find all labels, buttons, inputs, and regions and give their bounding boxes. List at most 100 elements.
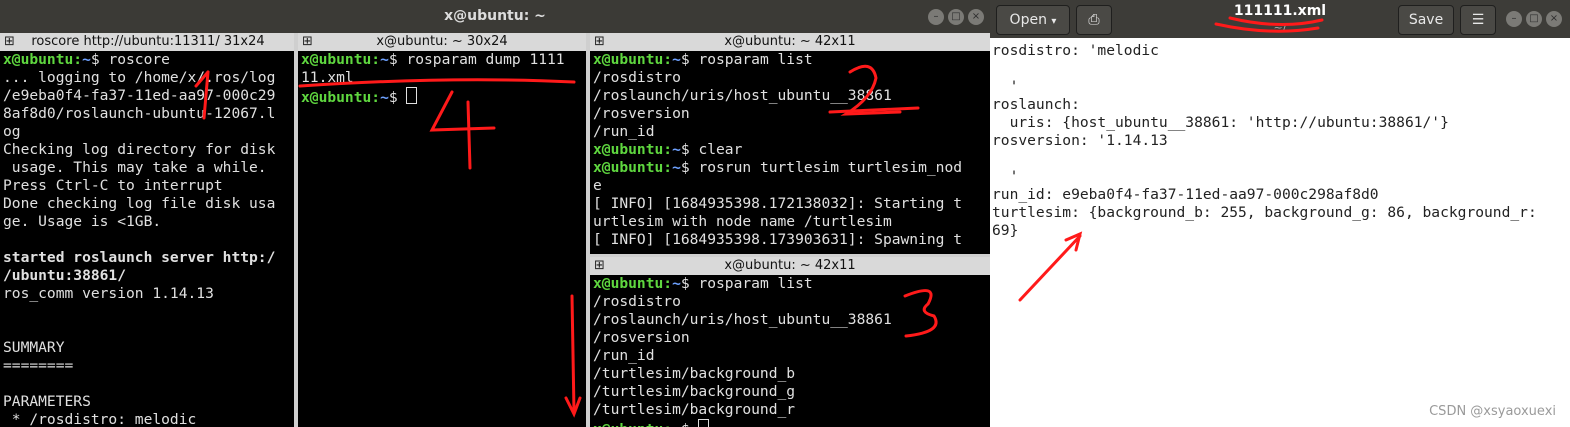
terminal-line: usage. This may take a while. xyxy=(3,159,267,176)
terminal-line: x@ubuntu:~$ rosparam list xyxy=(590,275,990,293)
pane-roscore-header[interactable]: ⊞ roscore http://ubuntu:11311/ 31x24 xyxy=(0,33,296,51)
editor-line: ' xyxy=(992,78,1019,95)
prompt-user: x@ubuntu: xyxy=(593,159,673,176)
menu-button[interactable]: ☰ xyxy=(1460,5,1496,35)
terminal-line: e xyxy=(593,177,602,194)
close-icon[interactable]: × xyxy=(1546,11,1562,27)
open-button[interactable]: Open ▾ xyxy=(996,5,1070,35)
terminal-line: ... logging to /home/x/.ros/log xyxy=(3,69,276,86)
gedit-headerbar[interactable]: Open ▾ ⎙ 111111.xml ~/ Save ☰ – □ × xyxy=(990,0,1570,38)
prompt-user: x@ubuntu: xyxy=(593,421,672,427)
terminal-line: /turtlesim/background_r xyxy=(593,401,796,418)
chevron-down-icon: ▾ xyxy=(1051,16,1057,27)
prompt-path: ~ xyxy=(672,159,681,176)
watermark: CSDN @xsyaoxuexi xyxy=(1429,404,1556,419)
minimize-icon[interactable]: – xyxy=(928,9,944,25)
pane-list-header[interactable]: ⊞ x@ubuntu: ~ 42x11 xyxy=(590,257,990,275)
terminal-grid-icon[interactable]: ⊞ xyxy=(3,35,16,48)
prompt-command: $ roscore xyxy=(90,51,170,68)
terminal-line: /rosversion xyxy=(593,105,690,122)
editor-line: rosversion: '1.14.13 xyxy=(992,132,1168,149)
terminal-line: x@ubuntu:~$ roscore xyxy=(0,51,294,69)
terminal-line: /turtlesim/background_b xyxy=(593,365,796,382)
terminal-line: PARAMETERS xyxy=(3,393,91,410)
maximize-icon[interactable]: □ xyxy=(948,9,964,25)
terminal-line: /turtlesim/background_g xyxy=(593,383,796,400)
pane-dump-header[interactable]: ⊞ x@ubuntu: ~ 30x24 xyxy=(298,33,586,51)
terminal-line: 8af8d0/roslaunch-ubuntu-12067.l xyxy=(3,105,276,122)
terminal-line: ros_comm version 1.14.13 xyxy=(3,285,214,302)
new-tab-button[interactable]: ⎙ xyxy=(1076,5,1112,35)
open-label: Open xyxy=(1009,12,1047,28)
terminal-line: [ INFO] [1684935398.172138032]: Starting… xyxy=(593,195,963,212)
prompt-command: $ rosparam list xyxy=(680,51,813,68)
close-icon[interactable]: × xyxy=(968,9,984,25)
prompt-user: x@ubuntu: xyxy=(593,51,673,68)
prompt-command: $ xyxy=(681,421,699,427)
pane-title: roscore http://ubuntu:11311/ 31x24 xyxy=(31,34,265,49)
terminal-pane-roscore[interactable]: x@ubuntu:~$ roscore... logging to /home/… xyxy=(0,51,294,427)
terminal-line: x@ubuntu:~$ clear xyxy=(590,141,990,159)
terminal-line: /e9eba0f4-fa37-11ed-aa97-000c29 xyxy=(3,87,276,104)
prompt-path: ~ xyxy=(672,421,681,427)
terminal-line: /rosdistro xyxy=(593,69,681,86)
prompt-path: ~ xyxy=(82,51,91,68)
terminal-grid-icon[interactable]: ⊞ xyxy=(593,35,606,48)
terminal-line: /ubuntu:38861/ xyxy=(3,267,127,284)
gedit-window: Open ▾ ⎙ 111111.xml ~/ Save ☰ – □ × rosd… xyxy=(990,0,1570,427)
editor-line: 69} xyxy=(992,222,1019,239)
terminal-line: og xyxy=(3,123,21,140)
terminal-pane-turtlesim[interactable]: x@ubuntu:~$ rosparam list/rosdistro/rosl… xyxy=(590,51,990,254)
terminal-pane-dump[interactable]: x@ubuntu:~$ rosparam dump 1111 11.xml x@ub… xyxy=(298,51,586,427)
prompt-user: x@ubuntu: xyxy=(593,275,673,292)
terminal-line: x@ubuntu:~$ xyxy=(590,419,990,427)
maximize-icon[interactable]: □ xyxy=(1526,11,1542,27)
terminal-line: urtlesim with node name /turtlesim xyxy=(593,213,892,230)
terminal-grid-icon[interactable]: ⊞ xyxy=(301,35,314,48)
terminal-line: /run_id xyxy=(593,347,655,364)
terminal-line: Done checking log file disk usa xyxy=(3,195,276,212)
terminal-line: Press Ctrl-C to interrupt xyxy=(3,177,223,194)
document-path: ~/ xyxy=(1273,21,1287,34)
document-title: 111111.xml xyxy=(1233,3,1327,19)
terminal-line: * /rosdistro: melodic xyxy=(3,411,197,427)
text-editor-area[interactable]: rosdistro: 'melodic ' roslaunch: uris: {h… xyxy=(992,42,1568,422)
terminal-line: /rosversion xyxy=(593,329,690,346)
prompt-command: $ rosparam list xyxy=(680,275,813,292)
save-button[interactable]: Save xyxy=(1398,5,1454,35)
pane-title: x@ubuntu: ~ 30x24 xyxy=(376,34,508,49)
prompt-command: $ rosrun turtlesim turtlesim_nod xyxy=(680,159,963,176)
terminal-line: /roslaunch/uris/host_ubuntu__38861 xyxy=(593,311,892,328)
editor-line: turtlesim: {background_b: 255, backgroun… xyxy=(992,204,1537,221)
editor-line: uris: {host_ubuntu__38861: 'http://ubunt… xyxy=(992,114,1449,131)
terminal-window-title: x@ubuntu: ~ xyxy=(444,8,546,24)
terminal-line: x@ubuntu:~$ rosrun turtlesim turtlesim_n… xyxy=(590,159,990,177)
terminal-line: ge. Usage is <1GB. xyxy=(3,213,162,230)
terminal-line: x@ubuntu:~$ rosparam list xyxy=(590,51,990,69)
prompt-command: $ clear xyxy=(680,141,743,158)
prompt-path: ~ xyxy=(672,51,681,68)
prompt-command: $ rosparam dump 1111 xyxy=(388,51,565,68)
prompt-user: x@ubuntu: xyxy=(301,89,381,106)
pane-title: x@ubuntu: ~ 42x11 xyxy=(724,258,856,273)
terminal-line: 11.xml xyxy=(301,69,354,86)
terminal-line: /roslaunch/uris/host_ubuntu__38861 xyxy=(593,87,892,104)
minimize-icon[interactable]: – xyxy=(1506,11,1522,27)
prompt-command: $ xyxy=(388,89,407,106)
editor-line: run_id: e9eba0f4-fa37-11ed-aa97-000c298a… xyxy=(992,186,1379,203)
editor-line: roslaunch: xyxy=(992,96,1080,113)
terminal-grid-icon[interactable]: ⊞ xyxy=(593,259,606,272)
editor-line: ' xyxy=(992,168,1019,185)
pane-turtlesim-header[interactable]: ⊞ x@ubuntu: ~ 42x11 xyxy=(590,33,990,51)
terminal-cursor xyxy=(406,87,418,104)
hamburger-icon: ☰ xyxy=(1471,12,1485,28)
terminal-line: x@ubuntu:~$ rosparam dump 1111 xyxy=(298,51,586,69)
new-document-icon: ⎙ xyxy=(1088,12,1100,28)
terminal-line: SUMMARY xyxy=(3,339,65,356)
prompt-user: x@ubuntu: xyxy=(301,51,381,68)
terminal-titlebar[interactable]: x@ubuntu: ~ – □ × xyxy=(0,0,990,33)
editor-line: rosdistro: 'melodic xyxy=(992,42,1159,59)
terminal-pane-list[interactable]: x@ubuntu:~$ rosparam list/rosdistro/rosl… xyxy=(590,275,990,427)
